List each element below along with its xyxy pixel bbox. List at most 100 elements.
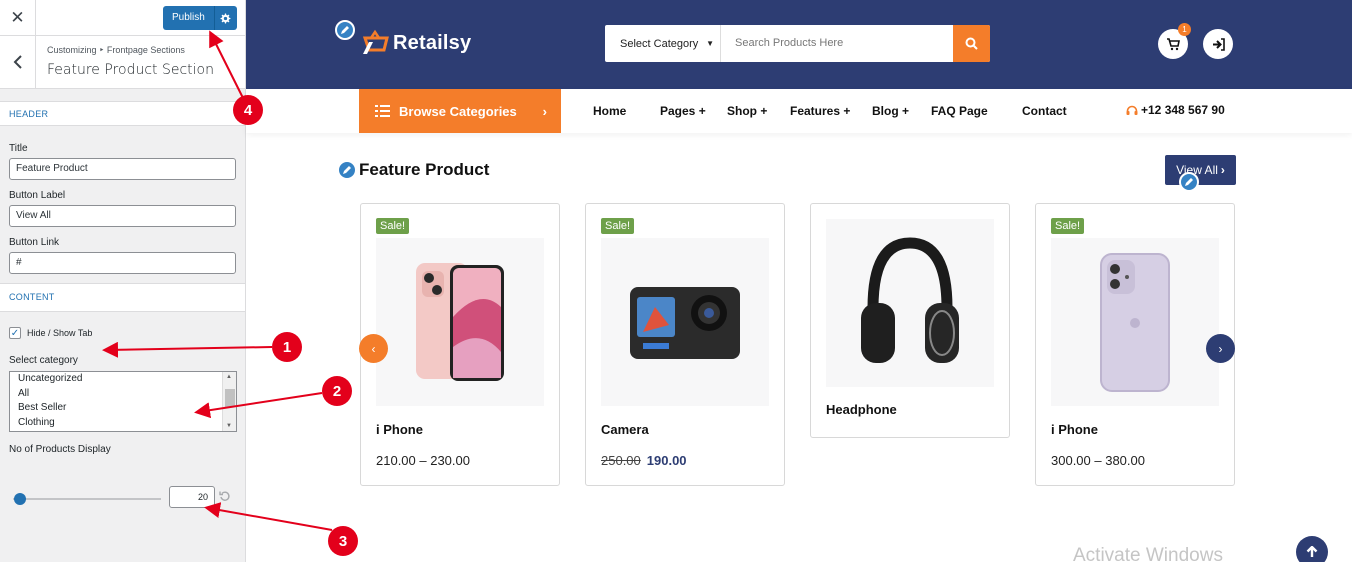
nav-pages[interactable]: Pages + [660,104,706,118]
screen: ✕ Publish Customizing ‣ Frontpage Sectio… [0,0,1352,562]
chevron-right-icon: › [1220,163,1225,177]
listbox-scrollbar[interactable]: ▲ ▼ [222,372,236,431]
publish-group: Publish [163,6,237,30]
publish-settings-button[interactable] [214,6,237,30]
product-image[interactable] [601,238,769,406]
search-input[interactable]: Search Products Here [721,25,953,62]
close-icon: ✕ [10,8,25,27]
button-link-label: Button Link [9,237,60,248]
product-name[interactable]: Headphone [826,402,897,417]
product-card[interactable]: Sale! i Phone 210.00 – 230.00 [360,203,560,486]
category-option[interactable]: Clothing [10,416,236,431]
section-title: Feature Product Section [47,62,214,78]
title-label: Title [9,143,28,154]
button-label-field[interactable]: View All [9,205,236,227]
caret-down-icon: ▼ [706,39,714,48]
site-logo[interactable]: Retailsy [361,28,471,58]
category-option[interactable]: All [10,387,236,402]
nav-home[interactable]: Home [593,104,626,118]
product-name[interactable]: i Phone [376,422,423,437]
scroll-down-icon[interactable]: ▼ [226,423,232,429]
cart-button[interactable]: 1 [1158,23,1191,59]
button-link-field[interactable]: # [9,252,236,274]
hide-show-checkbox[interactable]: ✓ [9,327,21,339]
product-card[interactable]: Sale! Camera 250.00 190.00 [585,203,785,486]
annotation-marker-1: 1 [272,332,302,362]
chevron-right-icon: › [1218,341,1223,356]
logout-button[interactable] [1203,29,1233,59]
search-button[interactable] [953,25,990,62]
site-preview: Retailsy Select Category ▼ Search Produc… [246,0,1352,562]
pencil-icon [1185,178,1193,186]
header-group-heading: HEADER [0,101,245,126]
scroll-to-top-button[interactable] [1296,536,1328,562]
category-listbox[interactable]: Uncategorized All Best Seller Clothing ▲… [9,371,237,432]
scroll-thumb[interactable] [225,389,235,407]
product-card[interactable]: Sale! i Phone 300.00 – 380.00 [1035,203,1235,486]
customizer-topbar: ✕ Publish [0,0,245,36]
iphone-image [1100,252,1170,392]
product-name[interactable]: Camera [601,422,649,437]
section-titlebar: Customizing ‣ Frontpage Sections Feature… [0,36,245,89]
select-category-label: Select category [9,355,78,366]
reset-icon[interactable] [219,490,231,502]
close-button[interactable]: ✕ [0,0,36,36]
headset-icon [1126,105,1138,115]
sale-badge: Sale! [376,218,410,234]
category-option[interactable]: Uncategorized [10,372,236,387]
browse-categories-button[interactable]: Browse Categories › [359,89,561,133]
product-price: 300.00 – 380.00 [1051,453,1145,468]
product-image[interactable] [376,238,544,406]
browse-categories-label: Browse Categories [399,103,517,119]
main-navbar: Browse Categories › Home Pages + Shop + … [246,89,1352,133]
gear-icon [220,13,231,23]
back-button[interactable] [0,36,36,88]
category-select[interactable]: Select Category ▼ [605,25,721,62]
hide-show-label: Hide / Show Tab [27,328,93,338]
nav-blog[interactable]: Blog + [872,104,909,118]
products-display-label: No of Products Display [9,444,111,455]
category-option[interactable]: Best Seller [10,401,236,416]
chevron-right-icon: › [542,103,547,119]
search-icon [965,37,978,50]
search-bar: Select Category ▼ Search Products Here [605,25,990,62]
nav-features[interactable]: Features + [790,104,850,118]
product-image[interactable] [826,219,994,387]
cart-icon [1167,37,1180,50]
breadcrumb: Customizing ‣ Frontpage Sections [47,45,185,55]
checkmark-icon: ✓ [10,327,20,339]
title-field[interactable]: Feature Product [9,158,236,180]
product-card[interactable]: Headphone [810,203,1010,438]
pencil-icon [343,166,351,174]
cart-count-badge: 1 [1178,23,1191,36]
view-all-button[interactable]: View All › [1165,155,1236,185]
products-slider-track[interactable] [13,498,161,500]
product-price: 250.00 190.00 [601,453,687,468]
products-slider-handle[interactable] [14,493,26,505]
edit-section-title-button[interactable] [337,160,357,180]
nav-shop[interactable]: Shop + [727,104,767,118]
product-price: 210.00 – 230.00 [376,453,470,468]
basket-logo-icon [362,29,389,54]
product-name[interactable]: i Phone [1051,422,1098,437]
phone-contact[interactable]: +12 348 567 90 [1126,103,1225,117]
edit-view-all-button[interactable] [1179,172,1199,192]
site-header: Retailsy Select Category ▼ Search Produc… [246,0,1352,89]
phone-number: +12 348 567 90 [1141,103,1225,117]
nav-faq[interactable]: FAQ Page [931,104,988,118]
annotation-marker-2: 2 [322,376,352,406]
old-price: 250.00 [601,453,641,468]
nav-contact[interactable]: Contact [1022,104,1067,118]
scroll-up-icon[interactable]: ▲ [226,374,232,380]
edit-logo-button[interactable] [335,20,355,40]
product-image[interactable] [1051,238,1219,406]
sign-out-icon [1212,37,1225,51]
publish-button[interactable]: Publish [163,6,215,30]
carousel-next-button[interactable]: › [1206,334,1235,363]
sale-badge: Sale! [1051,218,1085,234]
carousel-prev-button[interactable]: ‹ [359,334,388,363]
headphone-image [861,237,959,363]
products-count-input[interactable]: 20 [169,486,215,508]
annotation-marker-4: 4 [233,95,263,125]
pencil-icon [341,26,349,34]
